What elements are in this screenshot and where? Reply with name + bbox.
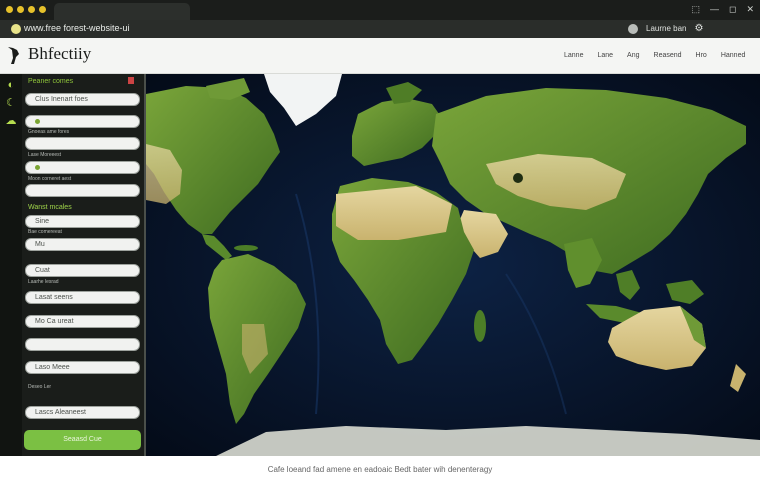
form-field[interactable]: Laso Meee [25, 361, 140, 374]
window-control-icon[interactable]: ⬚ [691, 4, 700, 15]
nav-item[interactable]: Hanned [721, 52, 746, 59]
nav-item[interactable]: Hro [696, 52, 707, 59]
account-icon[interactable] [628, 23, 638, 34]
nav-item[interactable]: Lanne [564, 52, 583, 59]
app-window: ⬚ — ◻ ✕ www.free forest-website-ui Laurn… [0, 0, 760, 480]
icon-rail: ◐ ☾ ☁ [0, 74, 22, 456]
form-field[interactable]: Clus Inenart foes [25, 93, 140, 106]
form-field[interactable] [25, 137, 140, 150]
field-value: Lasat seens [35, 294, 73, 301]
field-value: Cuat [35, 267, 50, 274]
cloud-icon[interactable]: ☁ [3, 114, 19, 128]
back-icon[interactable] [11, 24, 21, 34]
field-label: Laarhe lesrad [28, 279, 59, 285]
address-bar: www.free forest-website-ui Laurne ban ⚙ [0, 20, 760, 38]
maximize-icon[interactable]: ◻ [729, 4, 736, 15]
nav-item[interactable]: Lane [597, 52, 613, 59]
extra-dot[interactable] [39, 6, 46, 13]
world-map[interactable] [146, 74, 760, 456]
field-value: Mu [35, 241, 45, 248]
bird-logo-icon [8, 47, 19, 64]
field-value: Lascs Aleaneest [35, 409, 86, 416]
traffic-lights [6, 6, 46, 13]
nav-item[interactable]: Ang [627, 52, 639, 59]
field-label: Moon corneret aest [28, 176, 72, 182]
section-title: Wanst mcales [28, 204, 72, 211]
window-controls: ⬚ — ◻ ✕ [691, 4, 754, 15]
status-dot-icon [35, 164, 40, 170]
account-area: Laurne ban ⚙ [628, 23, 703, 34]
field-value: Sine [35, 218, 50, 225]
form-field[interactable] [25, 338, 140, 351]
browser-titlebar: ⬚ — ◻ ✕ [0, 0, 760, 20]
footer: Cafe loeand fad amene en eadoaic Bedt ba… [0, 456, 760, 480]
close-panel-icon[interactable] [128, 77, 134, 84]
field-value: Laso Meee [35, 364, 70, 371]
footer-caption: Cafe loeand fad amene en eadoaic Bedt ba… [267, 465, 493, 474]
submit-button[interactable]: Seaasd Cue [24, 430, 141, 450]
form-field[interactable]: Mo Ca ureat [25, 315, 140, 328]
minimize-icon[interactable]: — [710, 4, 719, 15]
nav-item[interactable]: Reasend [654, 52, 682, 59]
top-nav: Lanne Lane Ang Reasend Hro Hanned [564, 52, 745, 59]
satellite-map-layer [146, 74, 760, 456]
status-dot-icon [35, 118, 40, 124]
brand-name: Bhfectiiy [28, 44, 92, 63]
close-dot[interactable] [6, 6, 13, 13]
form-field[interactable] [25, 161, 140, 174]
field-label: Gnoeas ame fores [28, 129, 70, 135]
form-field[interactable]: Mu [25, 238, 140, 251]
form-field[interactable] [25, 184, 140, 197]
form-field[interactable] [25, 115, 140, 128]
moon-icon[interactable]: ☾ [3, 96, 19, 110]
field-value: Clus Inenart foes [35, 96, 88, 103]
form-field[interactable]: Lasat seens [25, 291, 140, 304]
field-label: Deseo Ler [28, 384, 52, 390]
account-label[interactable]: Laurne ban [646, 24, 686, 33]
field-label: Lase Moreeest [28, 152, 62, 158]
gear-icon[interactable]: ⚙ [694, 23, 703, 34]
form-field[interactable]: Lascs Aleaneest [25, 406, 140, 419]
field-label: Bae comereeat [28, 229, 62, 235]
form-field[interactable]: Cuat [25, 264, 140, 277]
layers-icon[interactable]: ◐ [3, 78, 19, 92]
minimize-dot[interactable] [17, 6, 24, 13]
url-field[interactable]: www.free forest-website-ui [24, 23, 130, 33]
field-value: Mo Ca ureat [35, 318, 74, 325]
close-icon[interactable]: ✕ [746, 4, 754, 15]
sidebar-title: Peaner comes [28, 78, 74, 85]
zoom-dot[interactable] [28, 6, 35, 13]
app-header: Bhfectiiy Lanne Lane Ang Reasend Hro Han… [0, 38, 760, 74]
filter-sidebar: Peaner comes Clus Inenart foes Gnoeas am… [22, 74, 146, 456]
browser-tab[interactable] [54, 3, 190, 20]
form-field[interactable]: Sine [25, 215, 140, 228]
